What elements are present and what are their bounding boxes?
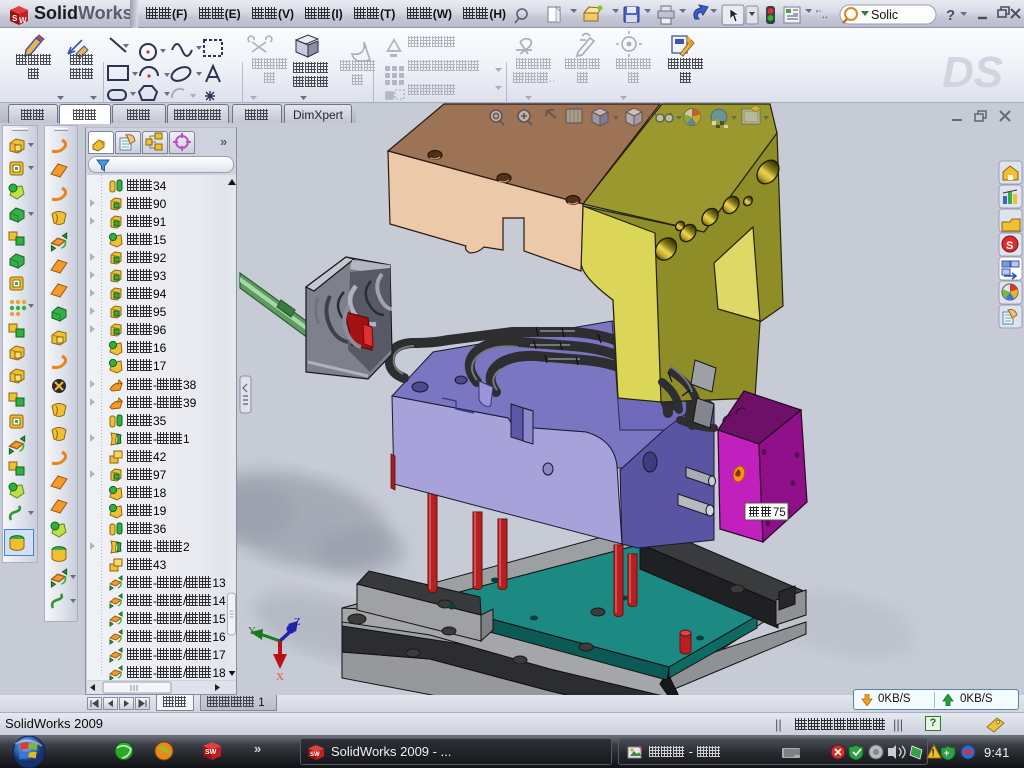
svg-text:X: X <box>276 671 284 683</box>
svg-text:?: ? <box>946 7 955 24</box>
svg-text:75: 75 <box>773 507 786 519</box>
svg-text:Z: Z <box>294 616 301 628</box>
svg-text:ʹʿ..: ʹʿ.. <box>816 9 828 21</box>
svg-text:+: + <box>944 748 949 758</box>
svg-text:!: ! <box>932 748 935 759</box>
svg-text:SW: SW <box>205 749 217 756</box>
svg-text:»: » <box>254 741 261 756</box>
svg-text:Solic: Solic <box>871 8 898 22</box>
svg-text:Y: Y <box>248 625 256 637</box>
svg-text:W: W <box>19 16 27 25</box>
svg-text:SW: SW <box>310 752 320 758</box>
svg-text:S: S <box>1006 240 1013 252</box>
svg-text:S: S <box>12 14 18 23</box>
